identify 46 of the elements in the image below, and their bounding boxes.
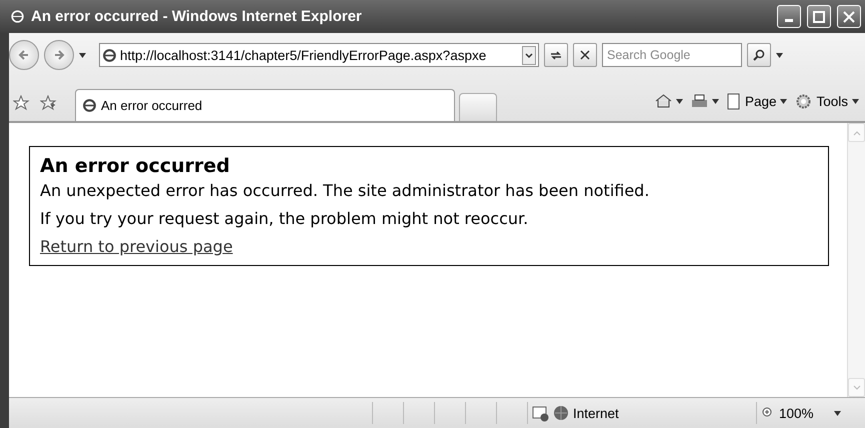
history-caret-icon[interactable]: [79, 52, 86, 58]
error-message: An unexpected error has occurred. The site administrator has been notified.: [40, 181, 650, 201]
search-field[interactable]: Search Google: [602, 43, 742, 67]
dropdown-icon[interactable]: [522, 46, 536, 64]
stop-button[interactable]: [573, 43, 597, 67]
printer-icon: [690, 94, 708, 108]
gear-icon: [795, 92, 812, 110]
browser-logo-icon: [10, 9, 25, 24]
back-arrow-icon: [17, 48, 31, 62]
stop-icon: [579, 49, 591, 61]
close-icon: [843, 10, 855, 22]
caret-icon: [780, 98, 788, 104]
globe-icon: [553, 405, 569, 421]
address-field[interactable]: http://localhost:3141/chapter5/FriendlyErrorPage.aspx?aspxe: [99, 43, 539, 67]
browser-tab[interactable]: An error occurred: [75, 89, 455, 121]
window-title: An error occurred - Windows Internet Explorer: [31, 8, 363, 25]
search-options-caret-icon[interactable]: [776, 52, 783, 58]
error-message: If you try your request again, the problem might not reoccur.: [40, 209, 530, 229]
command-menu[interactable]: Tools: [793, 88, 861, 114]
star-icon[interactable]: [13, 95, 30, 112]
add-favorite-icon[interactable]: [40, 95, 57, 112]
error-heading: An error occurred: [40, 155, 231, 177]
caret-icon: [676, 98, 683, 104]
house-icon: [654, 93, 672, 109]
minimize-button[interactable]: [777, 5, 801, 28]
page-icon: [102, 48, 117, 62]
search-icon: [753, 49, 765, 61]
return-link[interactable]: Return to previous page: [40, 237, 233, 256]
caret-icon: [712, 98, 719, 104]
close-button[interactable]: [837, 5, 861, 28]
minimize-icon: [785, 19, 793, 22]
zoom-caret-icon[interactable]: [834, 410, 841, 416]
caret-icon: [852, 98, 859, 104]
command-menu[interactable]: Page: [724, 88, 790, 114]
forward-arrow-icon: [52, 48, 66, 62]
page-icon: [82, 98, 97, 113]
page-icon: [726, 92, 741, 110]
security-zone: Internet: [573, 406, 619, 420]
zoom-level[interactable]: 100%: [779, 406, 814, 420]
maximize-button[interactable]: [807, 5, 831, 28]
refresh-arrows-icon: [549, 49, 563, 61]
search-button[interactable]: [747, 43, 771, 67]
back-button[interactable]: [9, 40, 39, 70]
maximize-icon: [813, 10, 825, 22]
refresh-button[interactable]: [544, 43, 568, 67]
forward-button[interactable]: [44, 40, 74, 70]
